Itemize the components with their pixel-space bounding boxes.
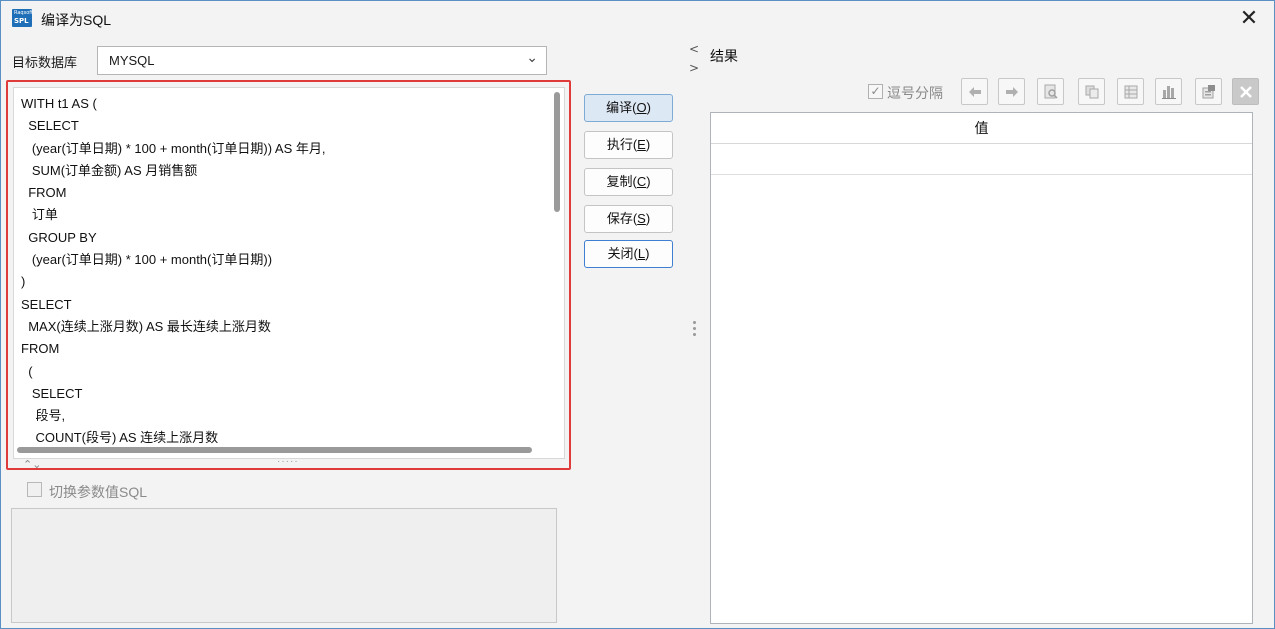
code-line: (year(订单日期) * 100 + month(订单日期)) AS 年月,: [21, 140, 326, 156]
compile-button-label: 编译: [606, 100, 633, 115]
copy-button[interactable]: 复制(C): [584, 168, 673, 196]
code-line: FROM: [21, 185, 67, 201]
close-button-label: 关闭: [607, 246, 634, 261]
compile-to-sql-dialog: Raqsoft SPL 编译为SQL ✕ 目标数据库 MYSQL ⌄ WITH …: [0, 0, 1275, 629]
chart-icon[interactable]: [1155, 78, 1182, 105]
target-database-label: 目标数据库: [12, 55, 78, 70]
execute-button-key: E: [637, 137, 646, 152]
execute-button-label: 执行: [606, 137, 633, 152]
collapse-right-icon[interactable]: >: [689, 61, 699, 75]
copy-icon[interactable]: [1078, 78, 1105, 105]
code-line: (: [21, 363, 33, 379]
app-logo-bottom-text: SPL: [14, 17, 29, 25]
app-logo-top-text: Raqsoft: [14, 10, 33, 16]
split-handle[interactable]: ·····: [277, 456, 299, 467]
comma-separated-label: 逗号分隔: [887, 85, 943, 101]
code-line: SELECT: [21, 118, 79, 134]
window-close-button[interactable]: ✕: [1234, 5, 1264, 33]
param-sql-output[interactable]: [11, 508, 557, 623]
target-database-select[interactable]: MYSQL ⌄: [97, 46, 547, 75]
split-toggle-arrows[interactable]: ⌃⌄: [23, 458, 41, 471]
title-bar: Raqsoft SPL 编译为SQL ✕: [1, 1, 1274, 39]
sql-code[interactable]: WITH t1 AS ( SELECT (year(订单日期) * 100 + …: [21, 93, 325, 450]
close-button-key: L: [637, 246, 646, 261]
compile-button[interactable]: 编译(O): [584, 94, 673, 122]
code-line: SELECT: [21, 296, 72, 312]
copy-button-label: 复制: [606, 174, 633, 189]
save-button-key: S: [637, 211, 646, 226]
code-line: WITH t1 AS (: [21, 96, 97, 111]
code-line: FROM: [21, 341, 60, 357]
code-line: (year(订单日期) * 100 + month(订单日期)): [21, 252, 273, 268]
app-logo-icon: Raqsoft SPL: [12, 9, 33, 27]
collapse-left-icon[interactable]: <: [689, 42, 699, 56]
export-icon[interactable]: [1195, 78, 1222, 105]
vertical-scroll-thumb[interactable]: [554, 92, 560, 212]
code-line: GROUP BY: [21, 229, 97, 245]
horizontal-scroll-thumb[interactable]: [17, 447, 532, 453]
save-button-label: 保存: [606, 211, 633, 226]
sql-editor[interactable]: WITH t1 AS ( SELECT (year(订单日期) * 100 + …: [13, 87, 565, 459]
execute-button[interactable]: 执行(E): [584, 131, 673, 159]
result-title: 结果: [710, 48, 738, 64]
param-sql-label: 切换参数值SQL: [49, 484, 148, 500]
param-sql-checkbox[interactable]: [27, 482, 42, 497]
sql-editor-highlight: WITH t1 AS ( SELECT (year(订单日期) * 100 + …: [6, 80, 571, 470]
code-line: ): [21, 274, 26, 290]
code-line: SELECT: [21, 385, 83, 401]
target-database-value: MYSQL: [109, 53, 155, 68]
save-button[interactable]: 保存(S): [584, 205, 673, 233]
compile-button-key: O: [636, 100, 647, 115]
table-row[interactable]: [711, 144, 1252, 175]
code-line: MAX(连续上涨月数) AS 最长连续上涨月数: [21, 318, 271, 334]
copy-button-key: C: [636, 174, 647, 189]
chevron-down-icon: ⌄: [526, 50, 538, 66]
result-column-header[interactable]: 值: [711, 113, 1252, 144]
code-line: SUM(订单金额) AS 月销售额: [21, 162, 198, 178]
code-line: 段号,: [21, 408, 66, 424]
window-title: 编译为SQL: [41, 12, 112, 28]
result-table[interactable]: 值: [710, 112, 1253, 624]
close-icon[interactable]: [1232, 78, 1259, 105]
arrow-right-icon[interactable]: [998, 78, 1025, 105]
preview-icon[interactable]: [1037, 78, 1064, 105]
vertical-scrollbar[interactable]: [551, 90, 563, 445]
code-line: 订单: [21, 207, 58, 223]
arrow-left-icon[interactable]: [961, 78, 988, 105]
close-button[interactable]: 关闭(L): [584, 240, 673, 268]
table-icon[interactable]: [1117, 78, 1144, 105]
comma-separated-checkbox[interactable]: ✓: [868, 84, 883, 99]
vertical-split-handle[interactable]: [693, 321, 697, 339]
